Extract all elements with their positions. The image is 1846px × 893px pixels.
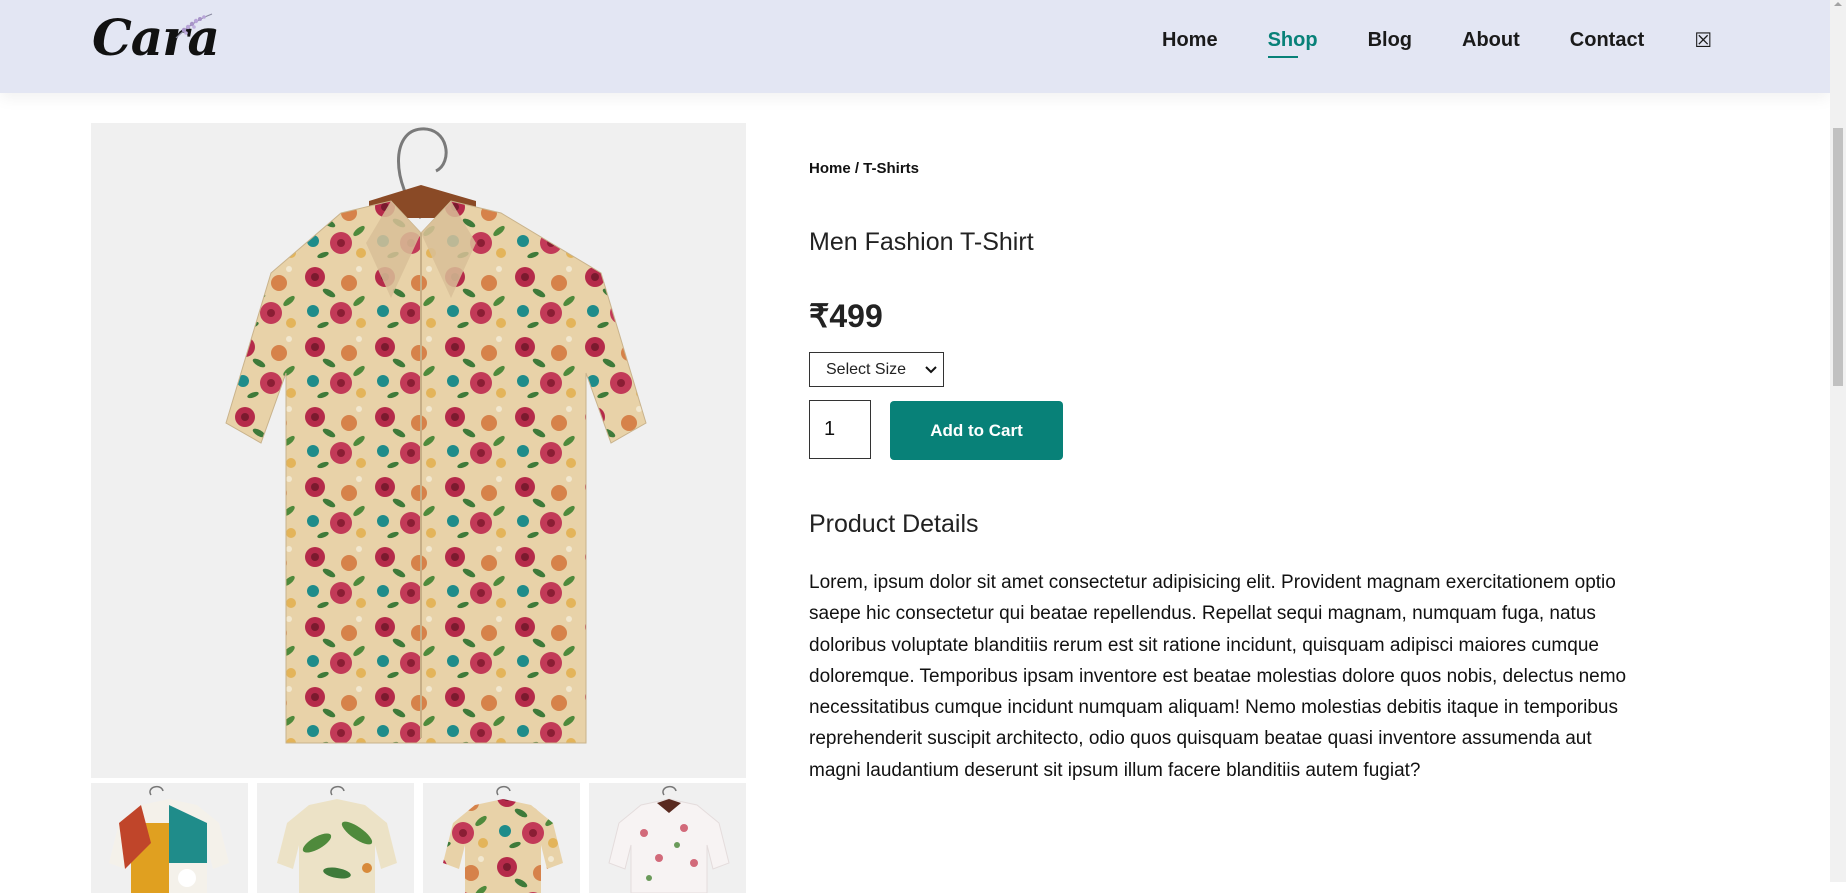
nav-contact[interactable]: Contact [1570,28,1644,52]
size-select-value: Select Size [826,361,907,378]
thumbnail-gallery [91,783,746,893]
thumbnail-floral-shirt[interactable] [423,783,580,893]
thumbnail-leaf-shirt[interactable] [257,783,414,893]
main-product-image [91,123,746,778]
product-details-heading: Product Details [809,510,979,538]
product-details-text: Lorem, ipsum dolor sit amet consectetur … [809,572,1627,781]
nav-about[interactable]: About [1462,28,1520,52]
scrollbar-thumb[interactable] [1833,128,1843,386]
logo[interactable]: Cara [92,8,220,68]
nav-blog[interactable]: Blog [1368,28,1412,52]
site-header: Cara Home Shop Blog About Contact ☒ [0,0,1830,93]
nav-home[interactable]: Home [1162,28,1218,52]
size-select[interactable]: Select Size [809,352,944,387]
bag-icon[interactable]: ☒ [1694,28,1712,52]
lavender-sprig-icon [175,13,213,39]
thumbnail-white-floral-shirt[interactable] [589,783,746,893]
floral-shirt-image [225,127,647,744]
product-price: ₹499 [809,298,883,334]
chevron-down-icon [925,366,937,374]
main-nav: Home Shop Blog About Contact ☒ [1162,28,1712,58]
breadcrumb[interactable]: Home / T-Shirts [809,160,919,177]
add-to-cart-button[interactable]: Add to Cart [890,401,1063,460]
thumbnail-patchwork-shirt[interactable] [91,783,248,893]
page-scrollbar[interactable] [1830,0,1846,882]
scroll-up-arrow-icon[interactable] [1834,2,1842,6]
product-title: Men Fashion T-Shirt [809,228,1034,256]
nav-shop[interactable]: Shop [1267,28,1318,58]
quantity-input[interactable]: 1 [809,400,871,459]
